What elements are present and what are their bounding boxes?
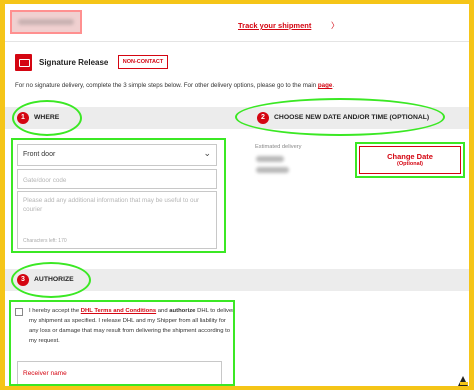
redacted-delivery-date [256, 156, 284, 162]
intro-text: For no signature delivery, complete the … [15, 82, 460, 89]
estimated-delivery-label: Estimated delivery [255, 144, 302, 150]
intro-text-suffix: . [332, 82, 335, 89]
highlight-authorize-section [9, 300, 235, 386]
page-title: Signature Release [39, 58, 109, 67]
track-shipment-link[interactable]: Track your shipment [238, 21, 311, 30]
corner-logo-stripe [460, 382, 468, 385]
tracking-number-redacted [10, 10, 82, 34]
main-page-link[interactable]: page [318, 82, 332, 89]
highlight-step-3 [11, 262, 91, 298]
highlight-step-1 [12, 100, 82, 136]
redacted-delivery-time [256, 167, 289, 173]
highlight-where-fields [11, 138, 226, 253]
highlight-change-date [355, 142, 465, 178]
top-bar: Track your shipment 〉 [5, 4, 469, 42]
non-contact-badge: NON-CONTACT [118, 55, 168, 69]
intro-text-prefix: For no signature delivery, complete the … [15, 82, 318, 89]
signature-package-icon [15, 54, 32, 71]
highlight-step-2 [235, 98, 445, 136]
chevron-right-icon: 〉 [331, 21, 339, 30]
redacted-tracking-text [18, 19, 74, 25]
signature-release-page: Track your shipment 〉 Signature Release … [5, 4, 469, 386]
